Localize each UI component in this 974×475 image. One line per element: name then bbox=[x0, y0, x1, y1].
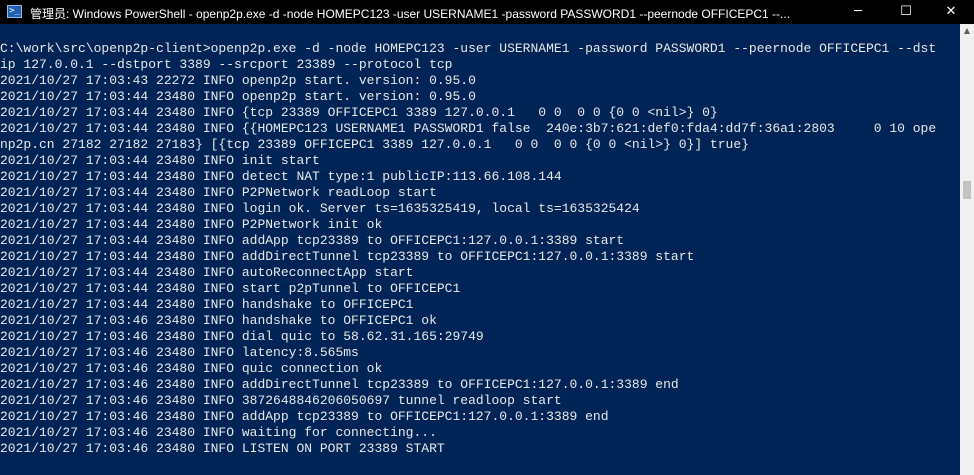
console-line: 2021/10/27 17:03:44 23480 INFO detect NA… bbox=[0, 169, 562, 184]
console-line: 2021/10/27 17:03:44 23480 INFO {tcp 2338… bbox=[0, 105, 718, 120]
console-line: np2p.cn 27182 27182 27183} [{tcp 23389 O… bbox=[0, 137, 749, 152]
console-line: 2021/10/27 17:03:44 23480 INFO openp2p s… bbox=[0, 89, 476, 104]
console-line: 2021/10/27 17:03:44 23480 INFO P2PNetwor… bbox=[0, 217, 383, 232]
close-button[interactable]: ✕ bbox=[928, 0, 974, 24]
console-line: C:\work\src\openp2p-client>openp2p.exe -… bbox=[0, 41, 937, 56]
console-line: 2021/10/27 17:03:46 23480 INFO waiting f… bbox=[0, 425, 437, 440]
console-output[interactable]: C:\work\src\openp2p-client>openp2p.exe -… bbox=[0, 41, 960, 475]
title-bar[interactable]: >_ 管理员: Windows PowerShell - openp2p.exe… bbox=[0, 0, 974, 24]
console-line: 2021/10/27 17:03:44 23480 INFO addDirect… bbox=[0, 249, 695, 264]
console-line: 2021/10/27 17:03:46 23480 INFO addDirect… bbox=[0, 377, 679, 392]
console-line: 2021/10/27 17:03:44 23480 INFO {{HOMEPC1… bbox=[0, 121, 937, 136]
window-title: 管理员: Windows PowerShell - openp2p.exe -d… bbox=[30, 7, 791, 21]
console-line: 2021/10/27 17:03:46 23480 INFO latency:8… bbox=[0, 345, 359, 360]
console-line: 2021/10/27 17:03:46 23480 INFO LISTEN ON… bbox=[0, 441, 445, 456]
console-line: 2021/10/27 17:03:44 23480 INFO addApp tc… bbox=[0, 233, 625, 248]
powershell-icon: >_ bbox=[7, 5, 22, 18]
console-line: 2021/10/27 17:03:44 23480 INFO login ok.… bbox=[0, 201, 640, 216]
minimize-button[interactable]: ─ bbox=[835, 0, 881, 24]
console-line: 2021/10/27 17:03:44 23480 INFO init star… bbox=[0, 153, 320, 168]
console-line: 2021/10/27 17:03:43 22272 INFO openp2p s… bbox=[0, 73, 476, 88]
console-line: ip 127.0.0.1 --dstport 3389 --srcport 23… bbox=[0, 57, 453, 72]
console-line: 2021/10/27 17:03:44 23480 INFO autoRecon… bbox=[0, 265, 414, 280]
vertical-scrollbar[interactable]: ▲ bbox=[960, 24, 974, 475]
console-line: 2021/10/27 17:03:46 23480 INFO quic conn… bbox=[0, 361, 383, 376]
console-line: 2021/10/27 17:03:46 23480 INFO addApp tc… bbox=[0, 409, 609, 424]
console-line: 2021/10/27 17:03:46 23480 INFO dial quic… bbox=[0, 329, 484, 344]
console-line: 2021/10/27 17:03:44 23480 INFO P2PNetwor… bbox=[0, 185, 437, 200]
console-line: 2021/10/27 17:03:44 23480 INFO handshake… bbox=[0, 297, 414, 312]
console-line: 2021/10/27 17:03:44 23480 INFO start p2p… bbox=[0, 281, 461, 296]
maximize-button[interactable]: ☐ bbox=[883, 0, 929, 24]
console-line: 2021/10/27 17:03:46 23480 INFO 387264884… bbox=[0, 393, 562, 408]
scrollbar-thumb[interactable] bbox=[963, 181, 971, 199]
console-line: 2021/10/27 17:03:46 23480 INFO handshake… bbox=[0, 313, 437, 328]
scroll-up-arrow-icon[interactable]: ▲ bbox=[960, 24, 974, 38]
